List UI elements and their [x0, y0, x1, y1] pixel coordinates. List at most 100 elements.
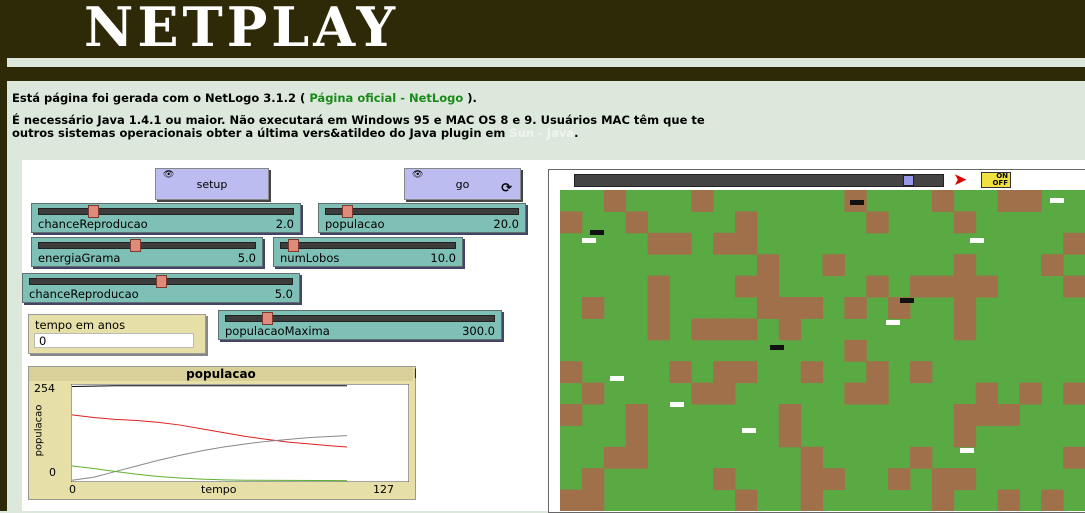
dirt-patch [603, 190, 627, 212]
dirt-patch [1019, 190, 1042, 212]
slider-track [38, 239, 256, 252]
slider-numlobos[interactable]: numLobos 10.0 [273, 237, 463, 267]
dirt-patch [735, 211, 758, 234]
slider-label: chanceReproducao [29, 287, 139, 301]
dirt-patch [1041, 489, 1064, 511]
dirt-patch [866, 361, 889, 384]
netlogo-link[interactable]: Página oficial - NetLogo [309, 91, 463, 105]
dirt-patch [560, 211, 583, 234]
dirt-patch [581, 468, 605, 491]
dirt-patch [625, 211, 648, 234]
plot-ylabel: populacao [33, 404, 45, 457]
slider-track [29, 275, 293, 288]
dirt-patch [647, 232, 670, 255]
slider-populacao[interactable]: populacao 20.0 [318, 203, 526, 233]
on-off-switch[interactable]: ON OFF [981, 172, 1011, 188]
dirt-patch [713, 361, 736, 384]
slider-label: populacaoMaxima [225, 324, 330, 338]
speed-slider-handle[interactable] [903, 175, 915, 186]
dirt-patch [1063, 275, 1085, 298]
dirt-patch [756, 254, 780, 277]
forever-icon: ⟳ [501, 181, 512, 196]
go-button[interactable]: 👁 go ⟳ [404, 168, 521, 200]
dirt-patch [735, 232, 758, 255]
plot-ymax: 254 [34, 382, 55, 395]
dirt-patch [560, 404, 583, 426]
dirt-patch [953, 297, 977, 319]
speed-slider[interactable] [574, 174, 944, 187]
slider-label: numLobos [280, 251, 340, 265]
dirt-patch [581, 382, 605, 405]
intro-line-2: É necessário Java 1.4.1 ou maior. Não ex… [12, 113, 705, 127]
dirt-patch [691, 318, 714, 341]
dirt-patch [800, 489, 823, 511]
monitor-value: 0 [34, 333, 194, 348]
slider-chancereproducao[interactable]: chanceReproducao 2.0 [31, 203, 301, 233]
dirt-patch [1063, 232, 1085, 255]
slider-track [225, 312, 495, 325]
slider-label: energiaGrama [38, 251, 121, 265]
setup-button[interactable]: 👁 setup [155, 168, 269, 200]
sheep-icon [1050, 198, 1064, 203]
slider-handle[interactable] [156, 275, 167, 288]
slider-populacaomaxima[interactable]: populacaoMaxima 300.0 [218, 310, 502, 340]
dirt-patch [1063, 446, 1085, 469]
intro-text: outros sistemas operacionais obter a últ… [12, 126, 506, 140]
wolf-icon [850, 200, 864, 205]
sheep-icon [886, 320, 900, 325]
dirt-patch [910, 275, 933, 298]
dirt-patch [844, 382, 867, 405]
dirt-patch [778, 297, 802, 319]
dirt-patch [844, 339, 867, 362]
dirt-patch [756, 297, 780, 319]
dirt-patch [713, 318, 736, 341]
dirt-patch [931, 489, 955, 511]
wolf-icon [590, 230, 604, 235]
dirt-patch [647, 318, 670, 341]
wolf-icon [770, 345, 784, 350]
dirt-patch [800, 468, 823, 491]
dirt-patch [931, 275, 955, 298]
dirt-patch [800, 446, 823, 469]
slider-handle[interactable] [129, 239, 141, 252]
dirt-patch [1063, 382, 1085, 405]
intro-line-1: Está página foi gerada com o NetLogo 3.1… [12, 91, 477, 105]
plot-title: populacao [29, 367, 413, 381]
slider-track [280, 239, 456, 252]
dirt-patch [910, 446, 933, 469]
dirt-patch [691, 190, 714, 212]
slider-value: 300.0 [462, 324, 495, 338]
dirt-patch [997, 190, 1020, 212]
sun-java-link[interactable]: Sun - Java [509, 126, 574, 140]
dirt-patch [910, 361, 933, 384]
slider-chancereproducao-2[interactable]: chanceReproducao 5.0 [22, 273, 300, 303]
dirt-patch [778, 318, 802, 341]
header-band [0, 67, 1085, 81]
intro-text: ). [467, 91, 477, 105]
monitor-label: tempo em anos [35, 318, 126, 332]
dirt-patch [778, 404, 802, 426]
dirt-patch [625, 446, 648, 469]
slider-track [325, 205, 519, 218]
dirt-patch [800, 361, 823, 384]
dirt-patch [953, 254, 977, 277]
plot-ymin: 0 [49, 466, 56, 479]
plot-populacao: populacao | 254 0 0 127 tempo populacao [28, 366, 417, 500]
dirt-patch [735, 489, 758, 511]
wolf-icon [900, 298, 914, 303]
dirt-patch [800, 297, 823, 319]
dirt-patch [735, 275, 758, 298]
slider-energiagrama[interactable]: energiaGrama 5.0 [31, 237, 263, 267]
dirt-patch [931, 468, 955, 491]
sheep-icon [970, 238, 984, 243]
plot-area [71, 384, 409, 482]
sheep-icon [960, 448, 974, 453]
dirt-patch [756, 275, 780, 298]
plot-xmax: 127 [373, 483, 394, 496]
plot-xlabel: tempo [201, 483, 237, 496]
dirt-patch [866, 382, 889, 405]
left-border [0, 0, 7, 511]
dirt-patch [713, 382, 736, 405]
dirt-patch [997, 404, 1020, 426]
plot-xmin: 0 [69, 483, 76, 496]
